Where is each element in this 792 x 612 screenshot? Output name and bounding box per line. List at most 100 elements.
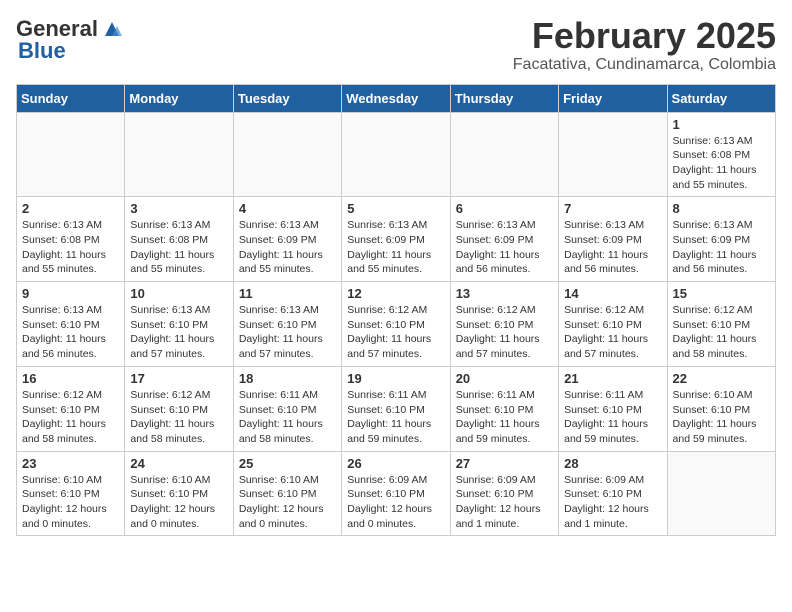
- calendar-cell: 10 Sunrise: 6:13 AM Sunset: 6:10 PM Dayli…: [125, 282, 233, 367]
- day-number: 5: [347, 201, 444, 216]
- calendar-cell: 1 Sunrise: 6:13 AM Sunset: 6:08 PM Daylig…: [667, 112, 775, 197]
- calendar-cell: 26 Sunrise: 6:09 AM Sunset: 6:10 PM Dayli…: [342, 451, 450, 536]
- day-number: 6: [456, 201, 553, 216]
- weekday-header-sunday: Sunday: [17, 84, 125, 112]
- day-number: 15: [673, 286, 770, 301]
- day-number: 4: [239, 201, 336, 216]
- calendar-cell: 23 Sunrise: 6:10 AM Sunset: 6:10 PM Dayli…: [17, 451, 125, 536]
- day-info: Sunrise: 6:12 AM Sunset: 6:10 PM Dayligh…: [130, 388, 227, 447]
- calendar-cell: 8 Sunrise: 6:13 AM Sunset: 6:09 PM Daylig…: [667, 197, 775, 282]
- calendar-cell: 15 Sunrise: 6:12 AM Sunset: 6:10 PM Dayli…: [667, 282, 775, 367]
- logo: General Blue: [16, 16, 123, 64]
- day-info: Sunrise: 6:10 AM Sunset: 6:10 PM Dayligh…: [673, 388, 770, 447]
- calendar-cell: 2 Sunrise: 6:13 AM Sunset: 6:08 PM Daylig…: [17, 197, 125, 282]
- calendar-cell: [450, 112, 558, 197]
- day-number: 21: [564, 371, 661, 386]
- day-number: 3: [130, 201, 227, 216]
- day-info: Sunrise: 6:13 AM Sunset: 6:08 PM Dayligh…: [673, 134, 770, 193]
- day-number: 28: [564, 456, 661, 471]
- weekday-header-tuesday: Tuesday: [233, 84, 341, 112]
- weekday-header-friday: Friday: [559, 84, 667, 112]
- day-number: 23: [22, 456, 119, 471]
- day-info: Sunrise: 6:13 AM Sunset: 6:08 PM Dayligh…: [22, 218, 119, 277]
- day-number: 12: [347, 286, 444, 301]
- day-number: 16: [22, 371, 119, 386]
- calendar-cell: 9Sunrise: 6:13 AM Sunset: 6:10 PM Daylig…: [17, 282, 125, 367]
- calendar-week-row: 23 Sunrise: 6:10 AM Sunset: 6:10 PM Dayli…: [17, 451, 776, 536]
- day-info: Sunrise: 6:12 AM Sunset: 6:10 PM Dayligh…: [456, 303, 553, 362]
- calendar-cell: 12 Sunrise: 6:12 AM Sunset: 6:10 PM Dayli…: [342, 282, 450, 367]
- day-info: Sunrise: 6:12 AM Sunset: 6:10 PM Dayligh…: [347, 303, 444, 362]
- calendar-cell: 24Sunrise: 6:10 AM Sunset: 6:10 PM Dayli…: [125, 451, 233, 536]
- calendar-week-row: 1 Sunrise: 6:13 AM Sunset: 6:08 PM Daylig…: [17, 112, 776, 197]
- location-title: Facatativa, Cundinamarca, Colombia: [513, 56, 776, 74]
- weekday-header-thursday: Thursday: [450, 84, 558, 112]
- day-info: Sunrise: 6:13 AM Sunset: 6:10 PM Dayligh…: [239, 303, 336, 362]
- day-number: 18: [239, 371, 336, 386]
- day-info: Sunrise: 6:13 AM Sunset: 6:09 PM Dayligh…: [456, 218, 553, 277]
- calendar-table: SundayMondayTuesdayWednesdayThursdayFrid…: [16, 84, 776, 537]
- day-number: 14: [564, 286, 661, 301]
- weekday-header-saturday: Saturday: [667, 84, 775, 112]
- day-number: 17: [130, 371, 227, 386]
- calendar-cell: [17, 112, 125, 197]
- logo-icon: [101, 18, 123, 40]
- calendar-cell: 11 Sunrise: 6:13 AM Sunset: 6:10 PM Dayli…: [233, 282, 341, 367]
- day-info: Sunrise: 6:11 AM Sunset: 6:10 PM Dayligh…: [564, 388, 661, 447]
- day-number: 19: [347, 371, 444, 386]
- day-number: 20: [456, 371, 553, 386]
- day-info: Sunrise: 6:10 AM Sunset: 6:10 PM Dayligh…: [130, 473, 227, 532]
- day-number: 22: [673, 371, 770, 386]
- calendar-cell: 28 Sunrise: 6:09 AM Sunset: 6:10 PM Dayli…: [559, 451, 667, 536]
- month-title: February 2025: [513, 16, 776, 56]
- day-number: 13: [456, 286, 553, 301]
- day-info: Sunrise: 6:11 AM Sunset: 6:10 PM Dayligh…: [239, 388, 336, 447]
- day-number: 26: [347, 456, 444, 471]
- day-info: Sunrise: 6:11 AM Sunset: 6:10 PM Dayligh…: [456, 388, 553, 447]
- day-info: Sunrise: 6:13 AM Sunset: 6:09 PM Dayligh…: [347, 218, 444, 277]
- day-number: 1: [673, 117, 770, 132]
- calendar-cell: 3 Sunrise: 6:13 AM Sunset: 6:08 PM Daylig…: [125, 197, 233, 282]
- calendar-cell: 27 Sunrise: 6:09 AM Sunset: 6:10 PM Dayli…: [450, 451, 558, 536]
- day-info: Sunrise: 6:12 AM Sunset: 6:10 PM Dayligh…: [564, 303, 661, 362]
- day-info: Sunrise: 6:13 AM Sunset: 6:09 PM Dayligh…: [239, 218, 336, 277]
- day-number: 11: [239, 286, 336, 301]
- title-block: February 2025 Facatativa, Cundinamarca, …: [513, 16, 776, 74]
- day-number: 25: [239, 456, 336, 471]
- calendar-cell: [125, 112, 233, 197]
- calendar-cell: 13 Sunrise: 6:12 AM Sunset: 6:10 PM Dayli…: [450, 282, 558, 367]
- weekday-header-row: SundayMondayTuesdayWednesdayThursdayFrid…: [17, 84, 776, 112]
- calendar-cell: 19 Sunrise: 6:11 AM Sunset: 6:10 PM Dayli…: [342, 366, 450, 451]
- calendar-cell: [559, 112, 667, 197]
- calendar-cell: [342, 112, 450, 197]
- day-info: Sunrise: 6:09 AM Sunset: 6:10 PM Dayligh…: [347, 473, 444, 532]
- day-info: Sunrise: 6:10 AM Sunset: 6:10 PM Dayligh…: [22, 473, 119, 532]
- calendar-cell: [667, 451, 775, 536]
- day-number: 8: [673, 201, 770, 216]
- day-info: Sunrise: 6:12 AM Sunset: 6:10 PM Dayligh…: [22, 388, 119, 447]
- day-number: 27: [456, 456, 553, 471]
- calendar-cell: 6 Sunrise: 6:13 AM Sunset: 6:09 PM Daylig…: [450, 197, 558, 282]
- calendar-cell: 18 Sunrise: 6:11 AM Sunset: 6:10 PM Dayli…: [233, 366, 341, 451]
- day-info: Sunrise: 6:13 AM Sunset: 6:09 PM Dayligh…: [564, 218, 661, 277]
- day-number: 7: [564, 201, 661, 216]
- calendar-cell: 5 Sunrise: 6:13 AM Sunset: 6:09 PM Daylig…: [342, 197, 450, 282]
- day-info: Sunrise: 6:09 AM Sunset: 6:10 PM Dayligh…: [564, 473, 661, 532]
- day-number: 2: [22, 201, 119, 216]
- day-info: Sunrise: 6:13 AM Sunset: 6:08 PM Dayligh…: [130, 218, 227, 277]
- day-info: Sunrise: 6:12 AM Sunset: 6:10 PM Dayligh…: [673, 303, 770, 362]
- calendar-cell: [233, 112, 341, 197]
- calendar-week-row: 16 Sunrise: 6:12 AM Sunset: 6:10 PM Dayli…: [17, 366, 776, 451]
- day-info: Sunrise: 6:11 AM Sunset: 6:10 PM Dayligh…: [347, 388, 444, 447]
- calendar-cell: 20 Sunrise: 6:11 AM Sunset: 6:10 PM Dayli…: [450, 366, 558, 451]
- calendar-cell: 7 Sunrise: 6:13 AM Sunset: 6:09 PM Daylig…: [559, 197, 667, 282]
- logo-blue-text: Blue: [18, 38, 66, 64]
- weekday-header-monday: Monday: [125, 84, 233, 112]
- day-info: Sunrise: 6:09 AM Sunset: 6:10 PM Dayligh…: [456, 473, 553, 532]
- day-info: Sunrise: 6:10 AM Sunset: 6:10 PM Dayligh…: [239, 473, 336, 532]
- day-number: 10: [130, 286, 227, 301]
- day-info: Sunrise: 6:13 AM Sunset: 6:09 PM Dayligh…: [673, 218, 770, 277]
- day-info: Sunrise: 6:13 AM Sunset: 6:10 PM Dayligh…: [130, 303, 227, 362]
- calendar-cell: 4 Sunrise: 6:13 AM Sunset: 6:09 PM Daylig…: [233, 197, 341, 282]
- calendar-cell: 22 Sunrise: 6:10 AM Sunset: 6:10 PM Dayli…: [667, 366, 775, 451]
